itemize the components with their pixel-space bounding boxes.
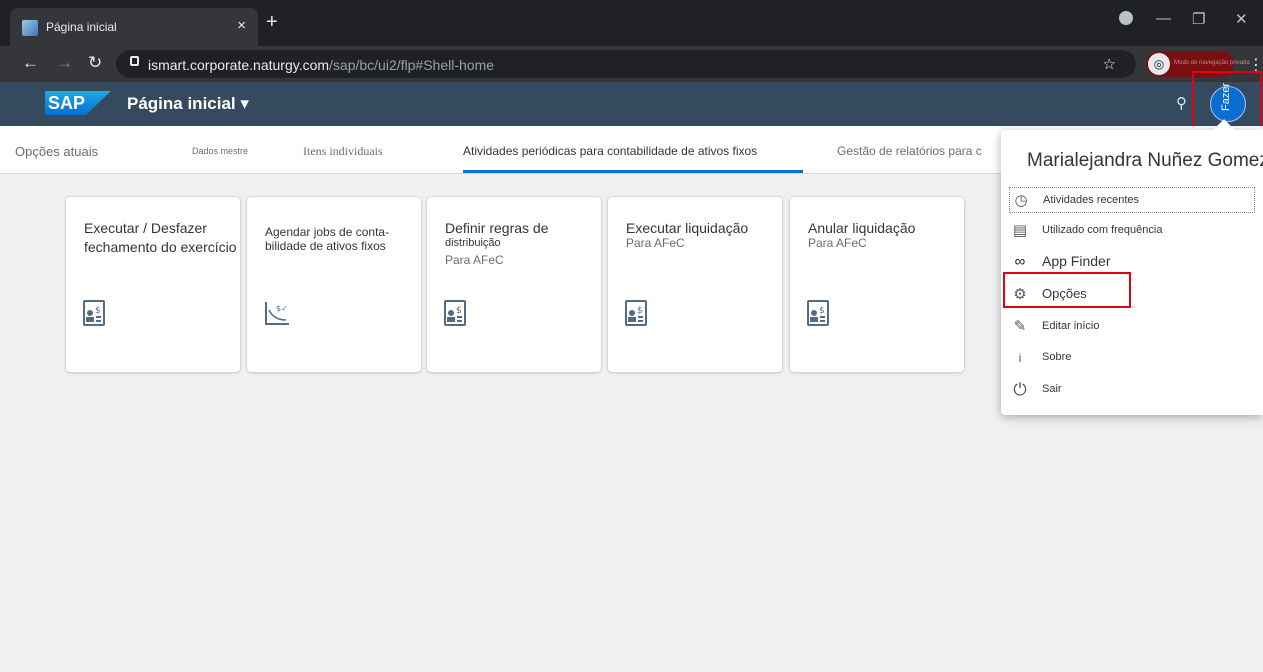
media-control-icon[interactable] xyxy=(1119,11,1133,25)
menu-item-atividades-recentes[interactable]: ◷ Atividades recentes xyxy=(1009,187,1255,213)
tile-executar-desfazer-fechamento[interactable]: Executar / Desfazer fechamento do exercí… xyxy=(66,197,240,372)
tab-gestao-relatorios[interactable]: Gestão de relatórios para c xyxy=(837,144,982,158)
tile-anular-liquidacao[interactable]: Anular liquidação Para AFeC $ xyxy=(790,197,964,372)
new-tab-button[interactable]: + xyxy=(266,12,278,32)
menu-item-sair[interactable]: ⏻ Sair xyxy=(1009,377,1255,403)
tile-title-line2: distribuição xyxy=(445,237,501,249)
back-icon[interactable]: ← xyxy=(22,54,39,72)
restore-icon[interactable]: ❐ xyxy=(1192,10,1205,28)
tile-title-line2: fechamento do exercício xyxy=(84,239,237,255)
menu-item-label: Atividades recentes xyxy=(1043,194,1139,206)
tile-subtitle: Para AFeC xyxy=(626,236,685,250)
lock-icon xyxy=(130,56,139,66)
document-money-icon: $ xyxy=(625,300,647,326)
forward-icon[interactable]: → xyxy=(56,54,73,72)
tile-executar-liquidacao[interactable]: Executar liquidação Para AFeC $ xyxy=(608,197,782,372)
depreciation-chart-icon: $✓ xyxy=(265,302,289,325)
tab-opcoes-atuais[interactable]: Opções atuais xyxy=(15,144,98,159)
document-money-icon: $ xyxy=(444,300,466,326)
svg-text:$: $ xyxy=(456,306,462,316)
binoculars-icon: ∞ xyxy=(1014,253,1026,270)
browser-tab[interactable]: Página inicial × xyxy=(10,8,258,46)
page-title-menu[interactable]: Página inicial ▾ xyxy=(127,94,249,114)
active-tab-indicator xyxy=(463,170,803,173)
bookmark-star-icon[interactable]: ☆ xyxy=(1103,55,1116,73)
browser-tab-bar: Página inicial × + — ❐ ✕ xyxy=(0,0,1263,46)
tab-dados-mestre[interactable]: Dados mestre xyxy=(192,146,248,156)
menu-item-sobre[interactable]: i Sobre xyxy=(1009,345,1255,371)
recent-activities-icon: ◷ xyxy=(1014,192,1028,209)
svg-text:$: $ xyxy=(637,306,643,316)
tab-itens-individuais[interactable]: Itens individuais xyxy=(303,144,383,159)
highlight-box-opcoes xyxy=(1003,272,1131,308)
info-icon: i xyxy=(1018,351,1022,365)
menu-item-editar-inicio[interactable]: ✎ Editar início xyxy=(1009,314,1255,340)
tile-agendar-jobs[interactable]: Agendar jobs de conta- bilidade de ativo… xyxy=(247,197,421,372)
menu-item-label: Sair xyxy=(1042,383,1062,395)
tab-atividades-periodicas[interactable]: Atividades periódicas para contabilidade… xyxy=(463,144,757,158)
menu-item-label: Sobre xyxy=(1042,351,1072,363)
minimize-icon[interactable]: — xyxy=(1156,10,1171,27)
svg-text:$: $ xyxy=(819,306,825,316)
tile-title-line1: Executar / Desfazer xyxy=(84,220,207,236)
tile-subtitle: Para AFeC xyxy=(808,236,867,250)
reload-icon[interactable]: ↻ xyxy=(88,54,102,72)
document-money-icon: $ xyxy=(83,300,105,326)
tab-close-icon[interactable]: × xyxy=(237,17,246,34)
tile-subtitle: Para AFeC xyxy=(445,253,504,267)
menu-item-label: Utilizado com frequência xyxy=(1042,224,1163,236)
profile-label: Modo de navegação privada xyxy=(1174,60,1250,66)
document-money-icon: $ xyxy=(807,300,829,326)
user-name: Marialejandra Nuñez Gomez xyxy=(1027,150,1263,171)
tile-title-line1: Definir regras de xyxy=(445,220,549,236)
incognito-icon: ◎ xyxy=(1148,53,1170,75)
power-icon: ⏻ xyxy=(1013,380,1027,399)
menu-item-label: Editar início xyxy=(1042,320,1100,332)
browser-toolbar: ← → ↻ ismart.corporate.naturgy.com/sap/b… xyxy=(0,46,1263,82)
sap-logo[interactable]: SAP xyxy=(45,91,111,115)
tab-title: Página inicial xyxy=(46,20,117,34)
svg-text:$: $ xyxy=(95,306,101,316)
url-text[interactable]: ismart.corporate.naturgy.com/sap/bc/ui2/… xyxy=(148,57,494,73)
menu-item-utilizado-frequencia[interactable]: ▤ Utilizado com frequência xyxy=(1009,218,1255,244)
close-window-icon[interactable]: ✕ xyxy=(1235,10,1248,28)
tile-definir-regras-distribuicao[interactable]: Definir regras de distribuição Para AFeC… xyxy=(427,197,601,372)
frequently-used-icon: ▤ xyxy=(1012,222,1028,239)
pencil-icon: ✎ xyxy=(1013,318,1027,335)
sap-favicon-icon xyxy=(22,20,38,36)
sap-shell-bar: SAP Página inicial ▾ ⚲ Fazer xyxy=(0,82,1263,126)
svg-text:$✓: $✓ xyxy=(276,304,288,313)
address-bar[interactable]: ismart.corporate.naturgy.com/sap/bc/ui2/… xyxy=(116,50,1136,78)
menu-item-label: App Finder xyxy=(1042,253,1111,269)
search-icon[interactable]: ⚲ xyxy=(1176,94,1187,112)
tile-title-line2: bilidade de ativos fixos xyxy=(265,239,386,253)
